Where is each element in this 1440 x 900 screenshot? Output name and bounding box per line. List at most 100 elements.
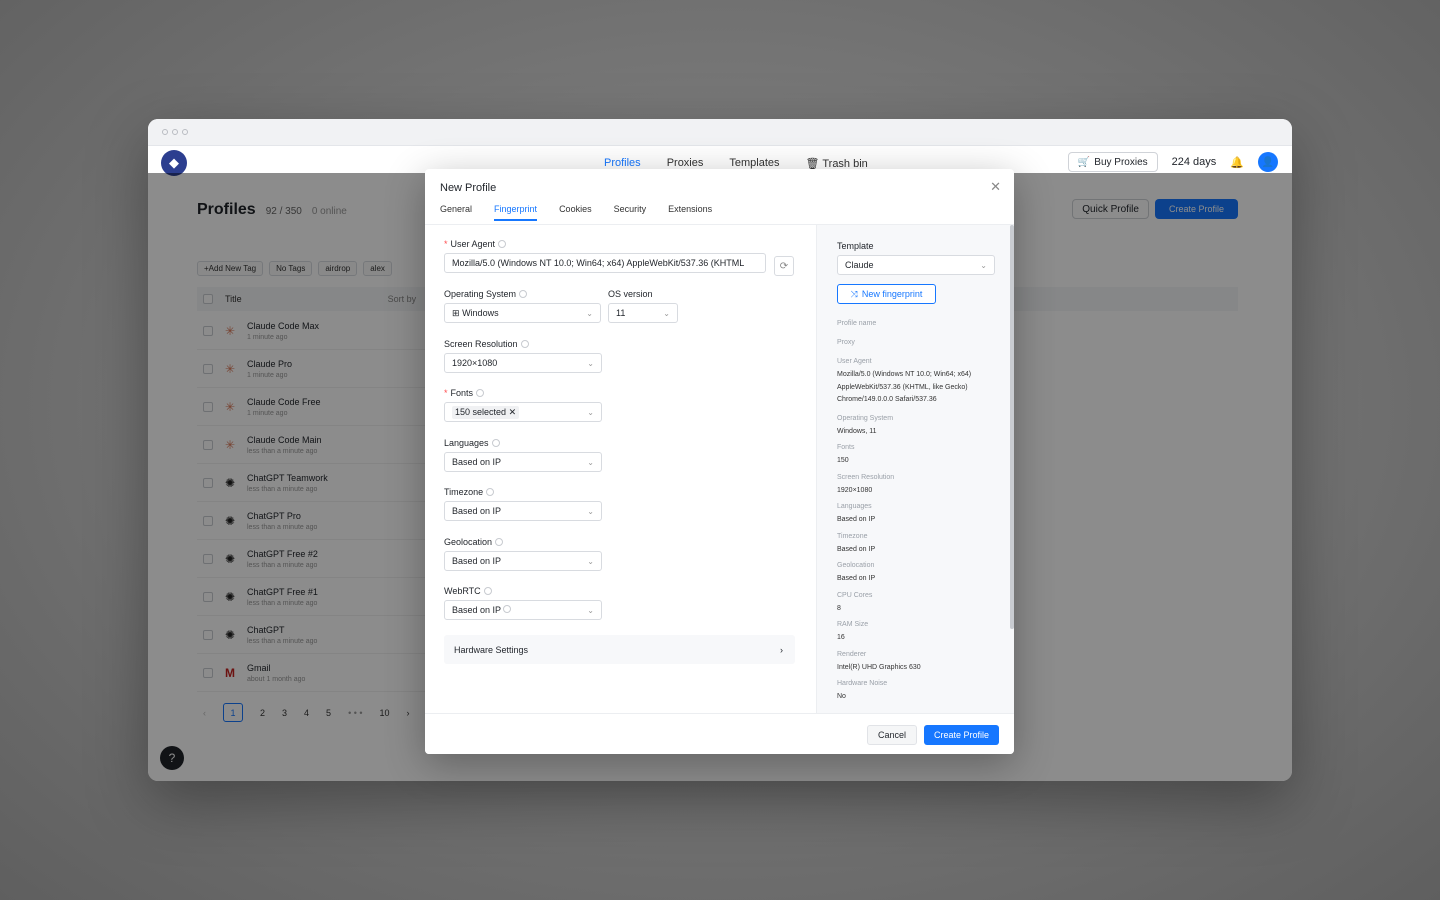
user-agent-label: * User Agent: [444, 239, 766, 249]
info-icon: [498, 240, 507, 248]
chevron-right-icon: ›: [780, 644, 783, 655]
window-dot[interactable]: [172, 129, 178, 135]
modal-tabs: General Fingerprint Cookies Security Ext…: [440, 204, 712, 221]
cancel-button[interactable]: Cancel: [866, 725, 917, 745]
new-fingerprint-label: New fingerprint: [861, 289, 923, 299]
fonts-select[interactable]: 150 selected ✕ ⌄: [444, 402, 602, 422]
modal-footer: Cancel Create Profile: [425, 713, 1014, 754]
resolution-field: Screen Resolution 1920×1080 ⌄: [444, 339, 602, 373]
geolocation-label: Geolocation: [444, 537, 602, 547]
summary-noise-value: No: [837, 693, 846, 700]
os-label-text: Operating System: [444, 289, 517, 299]
resolution-select[interactable]: 1920×1080 ⌄: [444, 353, 602, 373]
window-dot[interactable]: [182, 129, 188, 135]
summary-timezone-value: Based on IP: [837, 545, 876, 553]
close-icon[interactable]: ✕: [990, 179, 1001, 195]
summary-ram-value: 16: [837, 634, 845, 641]
cart-icon: 🛒: [1077, 156, 1091, 168]
refresh-user-agent-icon[interactable]: ⟳: [774, 256, 794, 276]
languages-label: Languages: [444, 438, 602, 448]
summary-panel: Template Claude ⌄ ⤨ New fingerprint Profil…: [816, 225, 1014, 713]
fonts-label-text: Fonts: [450, 388, 474, 398]
window-dot[interactable]: [162, 129, 168, 135]
chevron-down-icon: ⌄: [587, 358, 594, 368]
fonts-field: * Fonts 150 selected ✕ ⌄: [444, 388, 602, 422]
geolocation-select[interactable]: Based on IP ⌄: [444, 551, 602, 571]
geolocation-label-text: Geolocation: [444, 537, 493, 547]
languages-label-text: Languages: [444, 438, 489, 448]
summary-scrollbar[interactable]: [1010, 225, 1014, 629]
info-icon: [519, 290, 528, 298]
summary-resolution-value: 1920×1080: [837, 486, 873, 494]
create-profile-button[interactable]: Create Profile: [923, 725, 999, 745]
languages-field: Languages Based on IP ⌄: [444, 438, 602, 472]
webrtc-select[interactable]: Based on IP ⌄: [444, 600, 602, 620]
geolocation-field: Geolocation Based on IP ⌄: [444, 537, 602, 571]
remove-chip-icon[interactable]: ✕: [509, 407, 517, 417]
info-icon: [503, 605, 512, 613]
info-icon: [491, 439, 500, 447]
timezone-label-text: Timezone: [444, 487, 484, 497]
info-icon: [495, 538, 504, 546]
buy-proxies-button[interactable]: 🛒 Buy Proxies: [1067, 152, 1158, 172]
summary-geolocation-value: Based on IP: [837, 575, 876, 582]
user-agent-value: Mozilla/5.0 (Windows NT 10.0; Win64; x64…: [452, 258, 745, 268]
os-version-label: OS version: [608, 289, 653, 299]
window-titlebar: [148, 119, 1292, 146]
info-icon: [483, 587, 492, 595]
summary-timezone-key: Timezone: [837, 532, 868, 540]
fonts-value: 150 selected: [455, 406, 507, 417]
summary-renderer-key: Renderer: [837, 650, 867, 658]
os-version-value: 11: [616, 308, 626, 318]
summary-proxy-key: Proxy: [837, 339, 855, 346]
user-agent-label-text: User Agent: [450, 239, 496, 249]
os-select[interactable]: ⊞ Windows ⌄: [444, 303, 601, 323]
resolution-value: 1920×1080: [452, 358, 498, 368]
tab-security[interactable]: Security: [614, 204, 647, 221]
notification-bell-icon[interactable]: 🔔: [1230, 156, 1244, 169]
buy-proxies-label: Buy Proxies: [1094, 156, 1148, 168]
resolution-label-text: Screen Resolution: [444, 339, 518, 349]
summary-list: Profile name Proxy User Agent Mozilla/5.…: [837, 320, 997, 704]
timezone-label: Timezone: [444, 487, 602, 497]
summary-resolution-key: Screen Resolution: [837, 473, 895, 481]
tab-general[interactable]: General: [440, 204, 472, 221]
tab-extensions[interactable]: Extensions: [668, 204, 712, 221]
summary-noise-key: Hardware Noise: [837, 680, 888, 687]
summary-cpu-key: CPU Cores: [837, 591, 873, 599]
chevron-down-icon: ⌄: [587, 556, 594, 566]
info-icon: [520, 340, 529, 348]
summary-os-key: Operating System: [837, 414, 894, 422]
tab-fingerprint[interactable]: Fingerprint: [494, 204, 538, 221]
os-field: Operating System ⊞ Windows ⌄: [444, 289, 601, 323]
new-fingerprint-button[interactable]: ⤨ New fingerprint: [837, 284, 936, 304]
windows-icon: ⊞: [452, 307, 460, 318]
user-avatar[interactable]: 👤: [1258, 152, 1278, 172]
webrtc-label-text: WebRTC: [444, 586, 481, 596]
user-agent-input[interactable]: Mozilla/5.0 (Windows NT 10.0; Win64; x64…: [444, 253, 766, 273]
webrtc-field: WebRTC Based on IP ⌄: [444, 586, 602, 620]
chevron-down-icon: ⌄: [587, 605, 594, 615]
chevron-down-icon: ⌄: [587, 457, 594, 467]
chevron-down-icon: ⌄: [587, 506, 594, 516]
user-agent-field: * User Agent Mozilla/5.0 (Windows NT 10.0…: [444, 239, 766, 273]
chevron-down-icon: ⌄: [663, 308, 670, 318]
os-version-select[interactable]: 11 ⌄: [608, 303, 678, 323]
fonts-chip: 150 selected ✕: [452, 405, 520, 419]
summary-ram-key: RAM Size: [837, 621, 869, 628]
chevron-down-icon: ⌄: [980, 260, 987, 270]
info-icon: [486, 488, 495, 496]
hardware-settings-row[interactable]: Hardware Settings ›: [444, 635, 795, 664]
tab-cookies[interactable]: Cookies: [559, 204, 592, 221]
languages-select[interactable]: Based on IP ⌄: [444, 452, 602, 472]
timezone-select[interactable]: Based on IP ⌄: [444, 501, 602, 521]
summary-profile-name-key: Profile name: [837, 320, 877, 327]
summary-ua-value: Mozilla/5.0 (Windows NT 10.0; Win64; x64…: [837, 371, 972, 403]
chevron-down-icon: ⌄: [587, 407, 594, 417]
new-profile-modal: New Profile ✕ General Fingerprint Cookie…: [425, 169, 1014, 754]
summary-renderer-value: Intel(R) UHD Graphics 630: [837, 663, 921, 671]
summary-fonts-value: 150: [837, 457, 849, 464]
os-value: Windows: [462, 307, 499, 318]
modal-title: New Profile: [440, 182, 497, 194]
template-select[interactable]: Claude ⌄: [837, 255, 995, 275]
